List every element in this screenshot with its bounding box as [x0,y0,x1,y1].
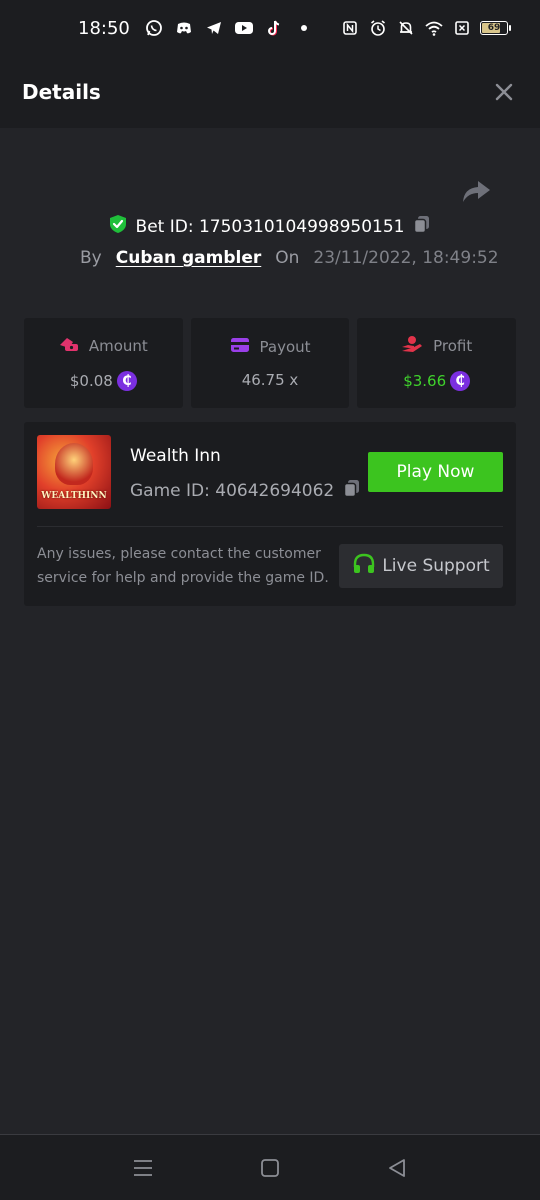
battery-icon: 69 [480,21,511,35]
divider [37,526,503,527]
page-title: Details [22,80,101,104]
wifi-icon [424,18,444,38]
back-triangle-icon [388,1158,405,1177]
youtube-icon [234,18,254,38]
back-button[interactable] [385,1156,409,1180]
profit-header: Profit [401,335,472,357]
amount-label: Amount [88,337,148,355]
whatsapp-icon [144,18,164,38]
status-right: 69 [340,18,511,38]
game-thumbnail-art [55,443,93,485]
status-left: 18:50 [78,18,314,39]
amount-header: Amount [59,335,148,357]
profit-value: $3.66 [403,372,447,390]
nfc-icon [340,18,360,38]
copy-bet-id-button[interactable] [412,214,432,239]
bet-id-row: Bet ID: 1750310104998950151 [0,214,540,239]
recent-apps-button[interactable] [131,1156,155,1180]
telegram-icon [204,18,224,38]
copy-icon [414,216,430,234]
status-bar: 18:50 69 [0,0,540,56]
payout-icon [230,337,250,357]
home-button[interactable] [258,1156,282,1180]
home-square-icon [261,1158,279,1177]
payout-stat: Payout 46.75 x [190,318,350,408]
profit-icon [401,335,423,357]
by-label: By [80,248,102,268]
on-label: On [275,248,300,268]
live-support-button[interactable]: Live Support [339,544,503,588]
live-support-label: Live Support [382,556,490,576]
copy-game-id-button[interactable] [342,478,362,503]
username-link[interactable]: Cuban gambler [116,248,262,268]
payout-value: 46.75 x [241,371,299,389]
amount-value-row: $0.08 ₵ [70,371,137,391]
sim-off-icon [452,18,472,38]
support-message: Any issues, please contact the customer … [37,546,329,586]
game-card: WEALTHINN Wealth Inn Game ID: 4064269406… [24,422,516,606]
tiktok-icon [264,18,284,38]
bet-id: Bet ID: 1750310104998950151 [135,216,405,237]
menu-icon [134,1159,153,1176]
mute-icon [396,18,416,38]
close-icon[interactable] [492,80,516,104]
amount-icon [59,335,79,357]
game-name: Wealth Inn [130,446,221,466]
discord-icon [174,18,194,38]
copy-icon [343,480,360,498]
share-button[interactable] [460,178,492,206]
shield-check-icon [108,214,128,239]
game-thumbnail-title: WEALTHINN [41,491,107,501]
alarm-icon [368,18,388,38]
amount-value: $0.08 [69,372,113,390]
game-id: Game ID: 40642694062 [130,480,335,501]
battery-level: 69 [487,23,501,33]
amount-stat: Amount $0.08 ₵ [24,318,183,408]
payout-header: Payout [230,337,311,357]
play-now-button[interactable]: Play Now [368,452,503,492]
headset-icon [352,552,376,581]
profit-label: Profit [433,337,473,355]
bet-author-row: By Cuban gambler On 23/11/2022, 18:49:52 [80,248,520,268]
coin-icon: ₵ [450,371,471,391]
dot-icon [294,18,314,38]
game-thumbnail[interactable]: WEALTHINN [37,435,111,509]
share-icon [463,181,490,202]
bet-datetime: 23/11/2022, 18:49:52 [313,248,499,268]
profit-value-row: $3.66 ₵ [403,371,471,391]
coin-icon: ₵ [116,371,137,391]
system-nav-bar [0,1134,540,1200]
details-header: Details [0,56,540,128]
game-id-row: Game ID: 40642694062 [130,478,362,503]
payout-value-row: 46.75 x [242,371,299,389]
profit-stat: Profit $3.66 ₵ [357,318,517,408]
status-time: 18:50 [78,17,130,39]
bet-stats: Amount $0.08 ₵ Payout 46.75 x Profit $3.… [24,318,517,408]
payout-label: Payout [259,338,311,356]
